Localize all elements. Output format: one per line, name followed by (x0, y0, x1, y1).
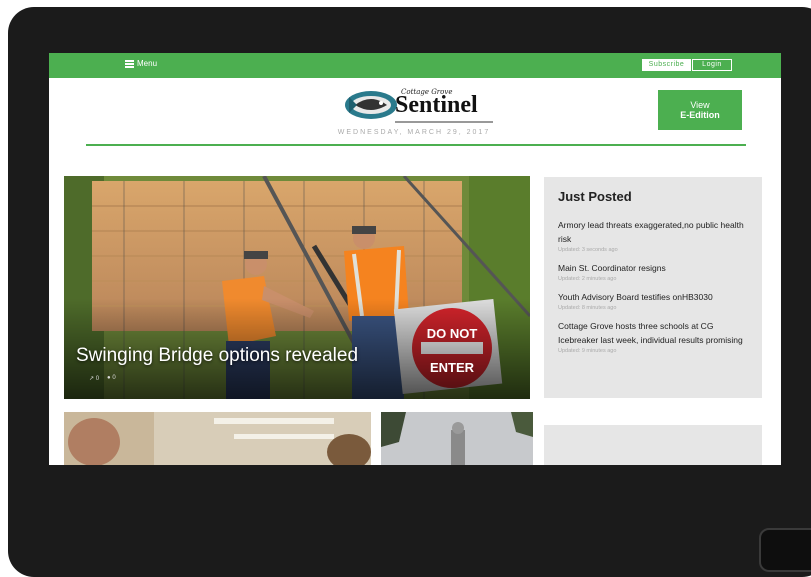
device-home-button (759, 528, 811, 572)
just-posted-panel: Just Posted Armory lead threats exaggera… (544, 177, 762, 398)
post-title[interactable]: Main St. Coordinator resigns (558, 261, 748, 275)
post-updated: Updated: 8 minutes ago (558, 305, 617, 311)
sign-text-bottom: ENTER (430, 360, 475, 375)
share-count[interactable]: ↗ 0 (89, 375, 99, 382)
header-date: WEDNESDAY, MARCH 29, 2017 (337, 129, 491, 136)
just-posted-heading: Just Posted (558, 189, 632, 204)
secondary-panel (544, 425, 762, 465)
hero-headline[interactable]: Swinging Bridge options revealed (76, 345, 358, 367)
post-updated: Updated: 9 minutes ago (558, 348, 617, 354)
just-posted-item[interactable]: Cottage Grove hosts three schools at CG … (558, 319, 748, 355)
story-card[interactable] (381, 412, 533, 465)
logo-underline (395, 121, 493, 123)
hamburger-icon (125, 60, 134, 68)
menu-label: Menu (137, 59, 158, 68)
view-edition-line1: View (690, 100, 710, 110)
post-title[interactable]: Armory lead threats exaggerated,no publi… (558, 218, 748, 246)
post-title[interactable]: Cottage Grove hosts three schools at CG … (558, 319, 748, 347)
site-logo[interactable]: Cottage Grove Sentinel (343, 81, 503, 127)
browser-screen: Menu Subscribe Login Cottage Grove Senti… (49, 53, 781, 465)
post-updated: Updated: 2 minutes ago (558, 276, 617, 282)
fish-emblem-icon (345, 91, 397, 119)
share-count-value: 0 (95, 376, 100, 382)
top-nav-bar: Menu Subscribe Login (49, 53, 781, 78)
login-button[interactable]: Login (692, 59, 732, 71)
story-thumbnail (64, 412, 371, 465)
view-edition-line2: E-Edition (680, 110, 720, 120)
just-posted-item[interactable]: Armory lead threats exaggerated,no publi… (558, 218, 748, 254)
post-updated: Updated: 3 seconds ago (558, 247, 618, 253)
menu-button[interactable]: Menu (125, 59, 157, 68)
header-divider (86, 144, 746, 146)
story-thumbnail (381, 412, 533, 465)
hero-meta: ↗ 0 ● 0 (89, 375, 116, 382)
subscribe-button[interactable]: Subscribe (642, 59, 691, 71)
sign-text-top: DO NOT (427, 326, 478, 341)
story-card[interactable] (64, 412, 371, 465)
logo-title: Sentinel (395, 92, 478, 118)
just-posted-item[interactable]: Main St. Coordinator resigns Updated: 2 … (558, 261, 748, 283)
hero-story[interactable]: DO NOT ENTER Swinging Bridge options rev… (64, 176, 530, 399)
comment-count[interactable]: ● 0 (107, 375, 116, 382)
view-e-edition-button[interactable]: View E-Edition (658, 90, 742, 130)
post-title[interactable]: Youth Advisory Board testifies onHB3030 (558, 290, 748, 304)
just-posted-item[interactable]: Youth Advisory Board testifies onHB3030 … (558, 290, 748, 312)
comment-count-value: 0 (112, 375, 116, 381)
comment-icon: ● (107, 375, 111, 381)
share-icon: ↗ (89, 376, 95, 382)
